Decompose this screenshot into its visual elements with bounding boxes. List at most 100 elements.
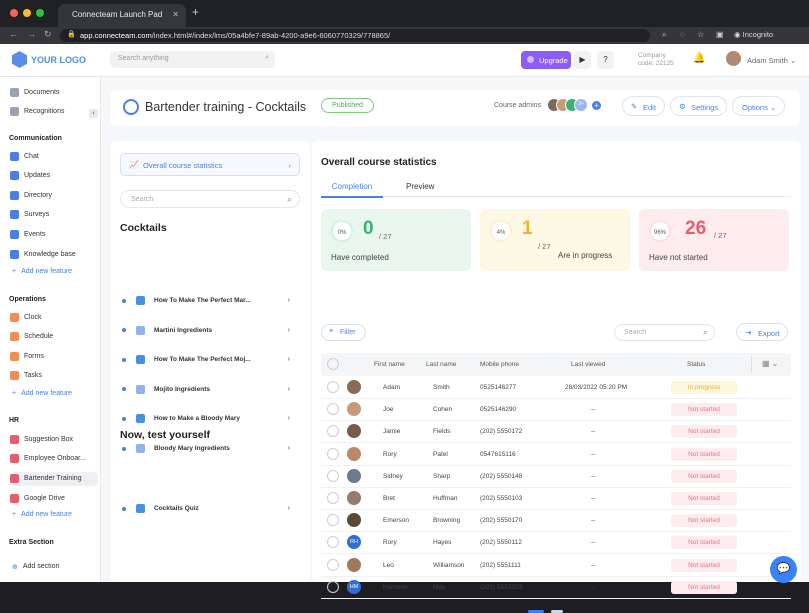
column-header[interactable]: Last name <box>426 361 456 368</box>
help-button[interactable]: ? <box>597 51 614 69</box>
quiz-item[interactable]: Cocktails Quiz › <box>120 498 300 519</box>
lesson-item[interactable]: Bloody Mary Ingredients › <box>120 438 300 459</box>
bookmark-star-icon[interactable]: ☆ <box>697 30 704 39</box>
row-checkbox[interactable] <box>327 492 339 504</box>
column-header[interactable]: Last viewed <box>571 361 605 368</box>
logo[interactable]: YOUR LOGO <box>12 51 86 68</box>
chevron-right-icon: › <box>287 445 290 452</box>
row-checkbox[interactable] <box>327 514 339 527</box>
row-checkbox[interactable] <box>327 536 339 549</box>
outline-search-input[interactable]: Search ⌕ <box>120 190 300 208</box>
sidebar-item[interactable]: Bartender Training <box>10 471 98 486</box>
sidebar-item[interactable]: Employee Onboar... <box>10 452 98 466</box>
lesson-label: How to Make a Bloody Mary <box>154 415 240 423</box>
add-admin-icon[interactable]: + <box>592 101 601 110</box>
last-name-cell: May <box>433 583 446 591</box>
table-row[interactable]: Rory Patel 0547615116 -- Not started <box>321 444 791 466</box>
first-name-cell: Emerson <box>383 517 410 525</box>
column-header[interactable]: Status <box>687 361 705 368</box>
table-row[interactable]: Emerson Browning (202) 5550170 -- Not starte… <box>321 510 791 533</box>
table-row[interactable]: HM Harrison May (202) 5553333 -- Not started <box>321 577 791 599</box>
row-checkbox[interactable] <box>327 469 339 482</box>
table-row[interactable]: RH Rory Hayes (202) 5550112 -- Not started <box>321 532 791 555</box>
overall-stats-link[interactable]: 📈 Overall course statistics › <box>120 153 300 176</box>
browser-tab[interactable]: Connecteam Launch Pad ✕ <box>58 4 186 27</box>
new-tab-icon[interactable]: + <box>192 5 199 19</box>
sidebar-item[interactable]: Documents <box>10 85 98 99</box>
column-settings-icon[interactable]: ▦ ⌄ <box>751 356 789 373</box>
table-row[interactable]: Jamie Fields (202) 5550172 -- Not started <box>321 421 791 444</box>
sidebar-item[interactable]: Directory <box>10 188 98 202</box>
settings-button[interactable]: ⚙ Settings <box>670 96 727 116</box>
row-checkbox[interactable] <box>327 403 339 416</box>
sidebar-item[interactable]: Suggestion Box <box>10 432 98 446</box>
percent-circle: 0% <box>331 220 353 242</box>
overall-stats-label: Overall course statistics <box>143 161 223 170</box>
row-checkbox[interactable] <box>327 558 339 571</box>
minimize-window-button[interactable] <box>23 9 31 17</box>
zoom-icon[interactable]: ⌕ <box>662 30 666 40</box>
lesson-label: Martini Ingredients <box>154 326 213 334</box>
sidebar-item[interactable]: Forms <box>10 349 98 363</box>
options-button[interactable]: Options ⌄ <box>732 96 785 116</box>
lesson-item[interactable]: Mojito Ingredients › <box>120 379 300 400</box>
export-button[interactable]: ⇥ Export <box>736 323 788 341</box>
play-button[interactable]: ▶ <box>574 51 591 69</box>
sidebar-item[interactable]: Google Drive <box>10 491 98 505</box>
sidebar-item[interactable]: Events <box>10 227 98 241</box>
table-row[interactable]: Leo Williamson (202) 5551111 -- Not started <box>321 555 791 577</box>
row-checkbox[interactable] <box>327 447 339 460</box>
table-row[interactable]: Sidney Sharp (202) 5550148 -- Not started <box>321 466 791 488</box>
sidebar-item[interactable]: Knowledge base <box>10 247 98 261</box>
sidebar-item[interactable]: Clock <box>10 310 98 324</box>
row-checkbox[interactable] <box>327 580 339 593</box>
user-menu[interactable]: Adam Smith ⌄ <box>747 56 796 65</box>
chat-support-icon[interactable]: 💬 <box>770 556 797 583</box>
sidebar-section-title: Communication <box>9 135 62 142</box>
lesson-item[interactable]: How To Make The Perfect Moj... › <box>120 349 300 370</box>
camera-off-icon[interactable]: ◌ <box>680 30 685 39</box>
close-tab-icon[interactable]: ✕ <box>172 10 179 19</box>
tab-completion[interactable]: Completion <box>321 182 383 198</box>
add-section-button[interactable]: ⊕ Add section <box>12 563 59 571</box>
forward-icon[interactable]: → <box>27 29 36 39</box>
table-row[interactable]: Joe Cohen 0525146290 -- Not started <box>321 399 791 422</box>
reload-icon[interactable]: ↻ <box>44 29 52 40</box>
edit-button[interactable]: ✎ Edit <box>622 96 665 116</box>
table-row[interactable]: Bret Huffman (202) 5550103 -- Not started <box>321 488 791 510</box>
sidebar-item[interactable]: Recognitions <box>10 104 98 118</box>
add-feature-link[interactable]: + Add new feature <box>12 390 72 397</box>
row-checkbox[interactable] <box>327 425 339 438</box>
sidebar-icon[interactable]: ▣ <box>716 30 724 39</box>
url-field[interactable]: 🔒 app.connecteam.com/index.html#/index/lm… <box>60 29 650 42</box>
back-icon[interactable]: ← <box>9 29 18 39</box>
table-row[interactable]: Adam Smith 0525146277 28/03/2022 05:20 PM In… <box>321 377 791 399</box>
bell-icon[interactable]: 🔔 <box>693 53 705 64</box>
column-header[interactable]: Mobile phone <box>480 361 519 368</box>
column-header[interactable]: First name <box>374 361 405 368</box>
filter-button[interactable]: ≡ Filter <box>321 324 366 341</box>
add-feature-link[interactable]: + Add new feature <box>12 511 72 518</box>
tab-preview[interactable]: Preview <box>406 182 434 191</box>
close-window-button[interactable] <box>10 9 18 17</box>
sidebar-item[interactable]: Chat <box>10 149 98 163</box>
table-search-input[interactable]: Search ⌕ <box>614 324 715 341</box>
maximize-window-button[interactable] <box>36 9 44 17</box>
row-checkbox[interactable] <box>327 381 339 393</box>
sidebar-item[interactable]: Schedule <box>10 330 98 344</box>
sidebar-item[interactable]: Updates <box>10 169 98 183</box>
incognito-indicator[interactable]: ◉ Incognito <box>734 30 773 39</box>
lesson-item[interactable]: How To Make The Perfect Mar... › <box>120 290 300 311</box>
avatar[interactable] <box>726 51 741 66</box>
select-all-checkbox[interactable] <box>327 358 339 370</box>
url-domain: app.connecteam.com <box>80 31 152 40</box>
global-search-input[interactable]: ⌕ Search anything <box>110 51 275 68</box>
admins-more-badge[interactable]: 3+ <box>574 98 588 112</box>
sidebar: ‹ Documents Recognitions Communication Chat… <box>0 77 101 582</box>
lesson-item[interactable]: Martini Ingredients › <box>120 320 300 341</box>
add-feature-link[interactable]: + Add new feature <box>12 268 72 275</box>
sidebar-item[interactable]: Tasks <box>10 369 98 383</box>
lesson-item[interactable]: How to Make a Bloody Mary › <box>120 408 300 429</box>
sidebar-item[interactable]: Surveys <box>10 208 98 222</box>
upgrade-button[interactable]: Upgrade <box>521 51 571 69</box>
